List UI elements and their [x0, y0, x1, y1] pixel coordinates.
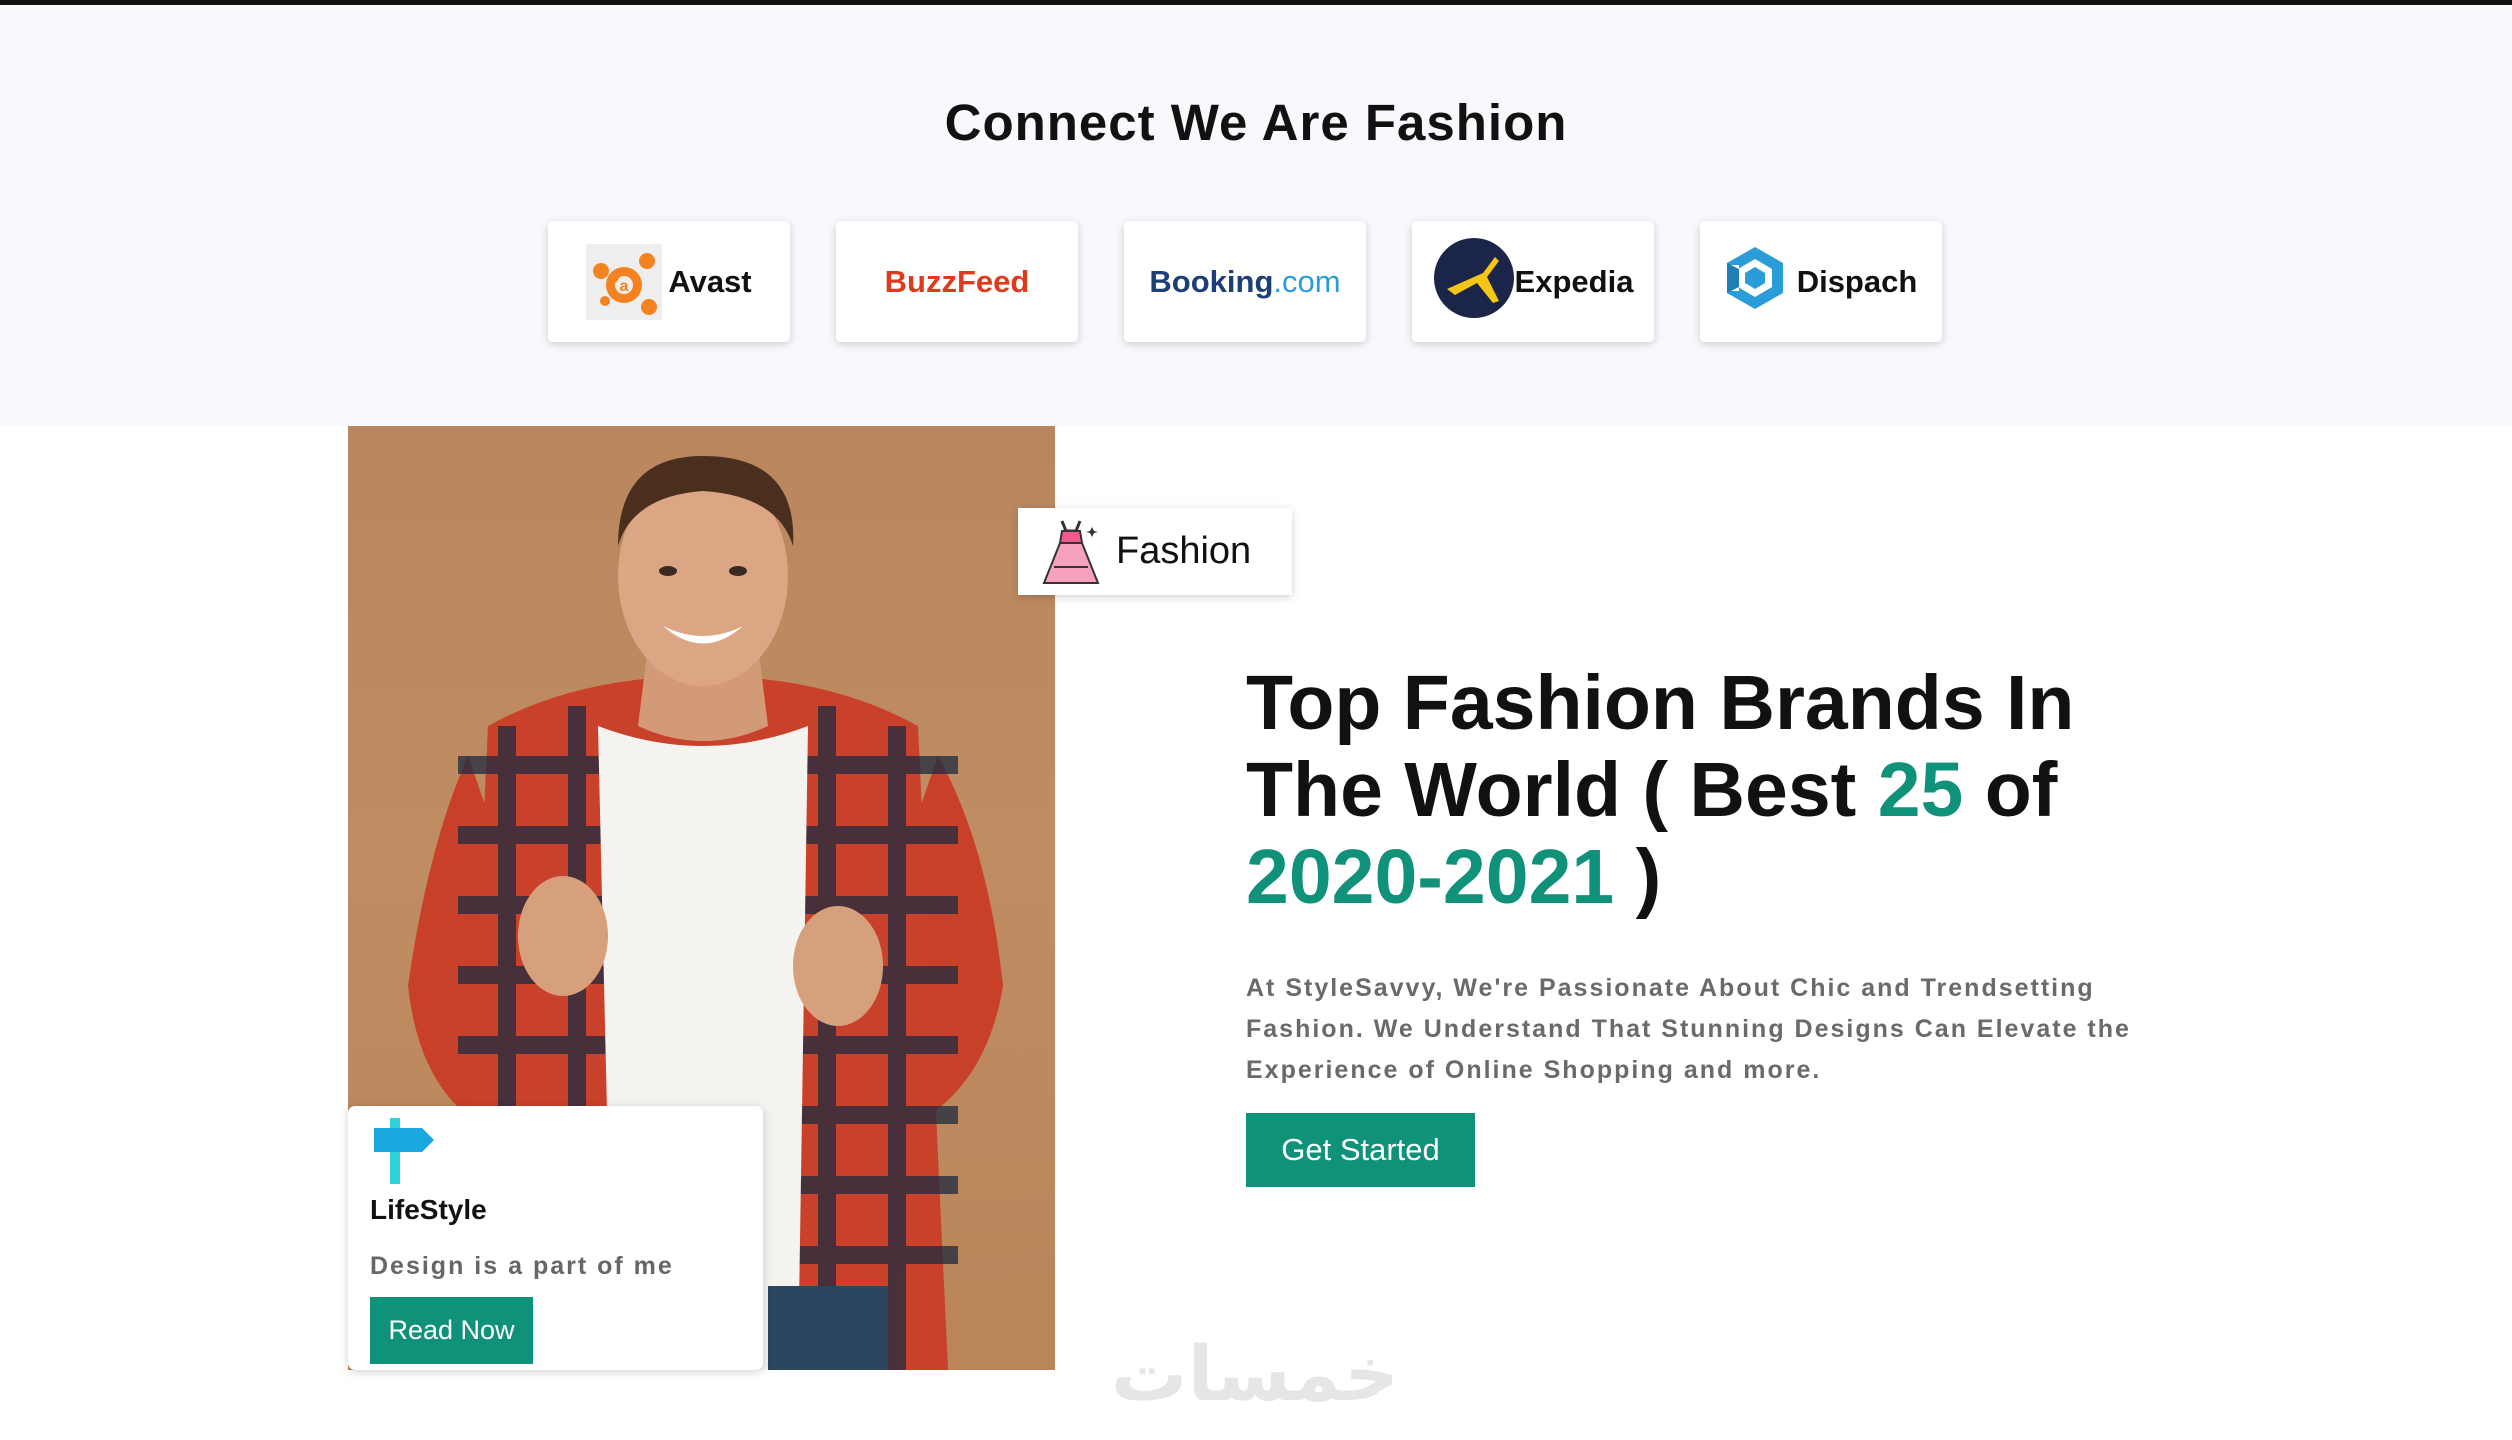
- hero-description: At StyleSavvy, We're Passionate About Ch…: [1246, 974, 2131, 1084]
- svg-text:خمسات: خمسات: [1111, 1330, 1399, 1418]
- headline-accent-years: 2020-2021: [1246, 834, 1615, 920]
- brand-name-main: Booking: [1149, 263, 1274, 299]
- dispach-icon: [1724, 245, 1785, 319]
- avast-icon: a: [586, 243, 663, 320]
- svg-text:a: a: [620, 278, 629, 295]
- signpost-icon: [370, 1114, 436, 1189]
- read-now-button[interactable]: Read Now: [370, 1297, 533, 1364]
- hero-headline: Top Fashion Brands In The World ( Best 2…: [1246, 660, 2166, 921]
- fashion-tag[interactable]: Fashion: [1018, 508, 1292, 595]
- watermark-logo: خمسات: [1100, 1329, 1410, 1420]
- brand-name-suffix: .com: [1273, 263, 1341, 299]
- dress-icon: [1042, 517, 1100, 587]
- brand-card-expedia[interactable]: Expedia: [1412, 221, 1654, 342]
- brands-section: Connect We Are Fashion: [0, 5, 2512, 426]
- headline-line2-end: of: [1963, 747, 2058, 833]
- headline-line2-start: The World ( Best: [1246, 747, 1878, 833]
- lifestyle-card: LifeStyle Design is a part of me Read No…: [348, 1106, 763, 1370]
- brand-card-buzzfeed[interactable]: BuzzFeed: [836, 221, 1078, 342]
- brand-card-avast[interactable]: a Avast: [548, 221, 790, 342]
- lifestyle-subtitle: Design is a part of me: [370, 1252, 674, 1280]
- brand-name: BuzzFeed: [884, 263, 1030, 299]
- section-title: Connect We Are Fashion: [944, 94, 1568, 151]
- brand-name: Dispach: [1796, 263, 1918, 299]
- headline-line1: Top Fashion Brands In: [1246, 660, 2075, 746]
- brand-name: Avast: [668, 263, 752, 299]
- headline-close: ): [1614, 834, 1662, 920]
- lifestyle-title: LifeStyle: [370, 1194, 487, 1225]
- expedia-icon: [1433, 237, 1515, 327]
- headline-accent-number: 25: [1877, 747, 1964, 833]
- brand-card-booking[interactable]: Booking .com: [1124, 221, 1366, 342]
- brand-name: Expedia: [1514, 263, 1634, 299]
- fashion-tag-label: Fashion: [1116, 530, 1252, 572]
- brand-card-dispach[interactable]: Dispach: [1700, 221, 1942, 342]
- get-started-button[interactable]: Get Started: [1246, 1113, 1475, 1187]
